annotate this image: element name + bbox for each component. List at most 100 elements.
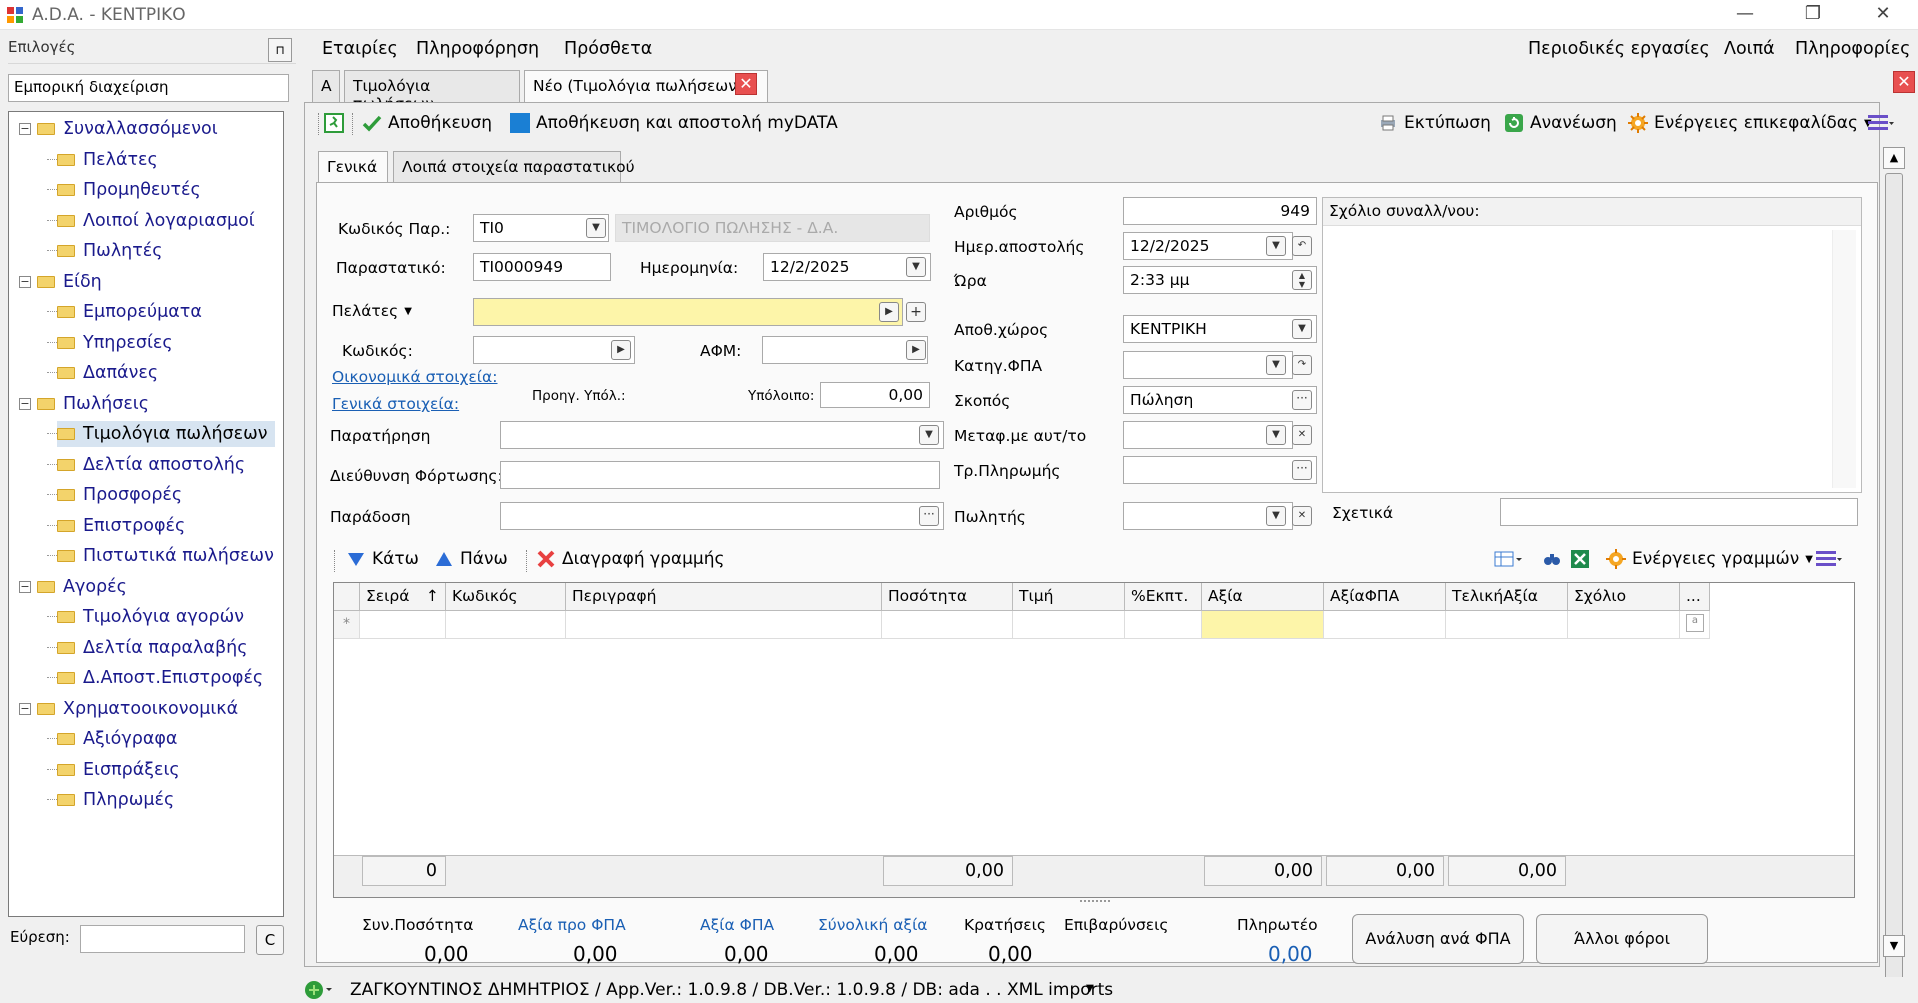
- tree-item[interactable]: Δελτία αποστολής: [47, 452, 245, 478]
- column-header[interactable]: Αξία: [1202, 583, 1324, 611]
- ellipsis-icon[interactable]: ···: [919, 506, 939, 526]
- grid-cell[interactable]: [1324, 611, 1446, 639]
- time-field[interactable]: 2:33 μμ: [1123, 266, 1317, 294]
- lines-menu-button[interactable]: [1816, 549, 1842, 569]
- menu-reports[interactable]: Πληροφόρηση: [416, 39, 539, 59]
- subtab-other-details[interactable]: Λοιπά στοιχεία παραστατικού: [393, 151, 635, 183]
- customers-dropdown-button[interactable]: Πελάτες ▼: [332, 302, 412, 322]
- chevron-down-icon[interactable]: ▼: [586, 218, 606, 238]
- splitter-grip[interactable]: [1080, 900, 1110, 904]
- tree-item[interactable]: Τιμολόγια αγορών: [47, 604, 244, 630]
- connection-status-icon[interactable]: [304, 980, 334, 1000]
- menu-info[interactable]: Πληροφορίες: [1795, 39, 1910, 59]
- chevron-down-icon[interactable]: ▼: [1086, 983, 1094, 994]
- tree-group[interactable]: − Αγορές: [19, 574, 127, 600]
- grid-cell[interactable]: [1202, 611, 1324, 639]
- column-header[interactable]: ...: [1680, 583, 1710, 611]
- collapse-icon[interactable]: −: [19, 397, 31, 410]
- tree-item[interactable]: Πληρωμές: [47, 787, 174, 813]
- collapse-icon[interactable]: −: [19, 123, 31, 135]
- tree-group[interactable]: − Χρηματοοικονομικά: [19, 696, 238, 722]
- grid-cell[interactable]: [566, 611, 882, 639]
- tree-item[interactable]: Προμηθευτές: [47, 177, 201, 203]
- other-taxes-button[interactable]: Άλλοι φόροι: [1536, 914, 1708, 964]
- minimize-button[interactable]: —: [1720, 0, 1770, 30]
- invoice-lines-grid[interactable]: Σειρά ↑ Κωδικός Περιγραφή Ποσότητα Τιμή %…: [333, 582, 1855, 898]
- save-send-mydata-button[interactable]: Αποθήκευση και αποστολή myDATA: [510, 113, 838, 133]
- column-header[interactable]: Τιμή: [1013, 583, 1125, 611]
- tree-item[interactable]: Τιμολόγια πωλήσεων: [47, 421, 275, 447]
- save-button[interactable]: Αποθήκευση: [362, 113, 492, 133]
- clear-find-button[interactable]: C: [256, 925, 284, 955]
- tree-item[interactable]: Εμπορεύματα: [47, 299, 202, 325]
- warehouse-field[interactable]: ΚΕΝΤΡΙΚΗ: [1123, 315, 1317, 343]
- number-field[interactable]: 949: [1123, 197, 1317, 225]
- tree-item[interactable]: Εισπράξεις: [47, 757, 180, 783]
- tree-group[interactable]: − Συναλλασσόμενοι: [19, 116, 218, 142]
- move-up-button[interactable]: Πάνω: [434, 549, 508, 569]
- module-selector[interactable]: Εμπορική διαχείριση: [8, 74, 289, 102]
- chevron-down-icon[interactable]: ▼: [919, 425, 939, 445]
- tab-a[interactable]: A: [312, 70, 340, 102]
- play-icon[interactable]: ▶: [611, 340, 631, 360]
- doc-number-field[interactable]: ΤΙ0000949: [473, 253, 611, 281]
- toolbar-menu-button[interactable]: [1868, 113, 1894, 133]
- add-icon[interactable]: +: [906, 302, 926, 322]
- clear-icon[interactable]: ✕: [1292, 506, 1312, 526]
- close-document-icon[interactable]: ✕: [1893, 71, 1915, 93]
- grid-cell[interactable]: [882, 611, 1013, 639]
- tree-item[interactable]: Δελτία παραλαβής: [47, 635, 247, 661]
- purpose-field[interactable]: Πώληση: [1123, 386, 1317, 414]
- clear-icon[interactable]: ✕: [1292, 425, 1312, 445]
- column-header[interactable]: Κωδικός: [446, 583, 566, 611]
- ellipsis-icon[interactable]: ···: [1292, 460, 1312, 480]
- comment-scrollbar[interactable]: [1832, 230, 1856, 488]
- collapse-icon[interactable]: −: [19, 580, 31, 593]
- grid-cell[interactable]: [1568, 611, 1680, 639]
- tree-item[interactable]: Πωλητές: [47, 238, 163, 264]
- tree-group[interactable]: − Είδη: [19, 269, 102, 295]
- grid-cell[interactable]: [360, 611, 446, 639]
- load-address-field[interactable]: [500, 461, 940, 489]
- tree-item[interactable]: Υπηρεσίες: [47, 330, 173, 356]
- column-header[interactable]: Σχόλιο: [1568, 583, 1680, 611]
- scroll-up-icon[interactable]: ▲: [1883, 147, 1905, 169]
- chevron-down-icon[interactable]: ▼: [1266, 425, 1286, 445]
- chevron-down-icon[interactable]: ▼: [1266, 236, 1286, 256]
- move-down-button[interactable]: Κάτω: [346, 549, 419, 569]
- tree-item[interactable]: Αξιόγραφα: [47, 726, 177, 752]
- column-chooser-button[interactable]: [1494, 549, 1524, 569]
- subtab-general[interactable]: Γενικά: [318, 151, 388, 183]
- grid-cell[interactable]: [1125, 611, 1202, 639]
- vat-analysis-button[interactable]: Ανάλυση ανά ΦΠΑ: [1352, 914, 1524, 964]
- customer-comment-box[interactable]: Σχόλιο συναλλ/νου:: [1322, 197, 1862, 493]
- related-field[interactable]: [1500, 498, 1858, 526]
- header-actions-button[interactable]: Ενέργειες επικεφαλίδας ▼: [1628, 113, 1872, 133]
- spinner-icon[interactable]: ▲ ▼: [1292, 270, 1312, 290]
- grid-cell[interactable]: [1013, 611, 1125, 639]
- column-header[interactable]: Σειρά ↑: [360, 583, 446, 611]
- close-tab-icon[interactable]: ✕: [735, 73, 757, 95]
- grid-cell[interactable]: [446, 611, 566, 639]
- print-button[interactable]: Εκτύπωση: [1378, 113, 1491, 133]
- collapse-icon[interactable]: −: [19, 702, 31, 715]
- note-icon[interactable]: a: [1686, 614, 1704, 632]
- menu-periodic-tasks[interactable]: Περιοδικές εργασίες: [1528, 39, 1710, 59]
- column-header[interactable]: Ποσότητα: [882, 583, 1013, 611]
- play-icon[interactable]: ▶: [879, 302, 899, 322]
- chevron-down-icon[interactable]: ▼: [1266, 355, 1286, 375]
- economic-details-link[interactable]: Οικονομικά στοιχεία:: [332, 368, 498, 386]
- maximize-button[interactable]: ❐: [1788, 0, 1838, 30]
- exit-button[interactable]: [324, 113, 344, 133]
- afm-field[interactable]: [762, 336, 928, 364]
- general-details-link[interactable]: Γενικά στοιχεία:: [332, 395, 459, 413]
- tree-item[interactable]: Πιστωτικά πωλήσεων: [47, 543, 274, 569]
- scroll-down-icon[interactable]: ▼: [1883, 935, 1905, 957]
- tab-sales-invoices[interactable]: Τιμολόγια πωλήσεων: [344, 70, 520, 113]
- column-header[interactable]: ΤελικήΑξία: [1446, 583, 1568, 611]
- form-scrollbar[interactable]: ▲ ▼: [1882, 147, 1906, 1003]
- menu-companies[interactable]: Εταιρίες: [322, 39, 398, 59]
- undo-icon[interactable]: ↶: [1292, 236, 1312, 256]
- find-input[interactable]: [80, 925, 245, 953]
- remark-field[interactable]: [500, 421, 944, 449]
